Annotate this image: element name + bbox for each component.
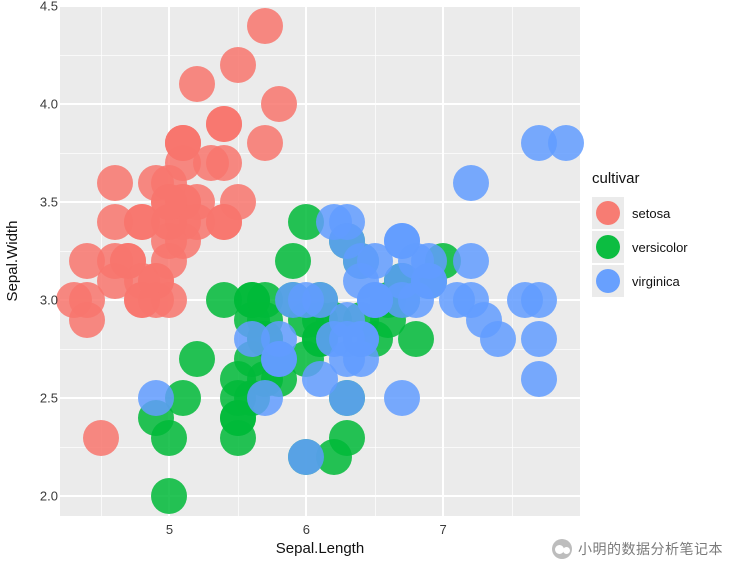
data-point-setosa bbox=[151, 184, 187, 220]
legend: cultivar setosa versicolor virginica bbox=[592, 170, 722, 299]
data-point-versicolor bbox=[151, 420, 187, 456]
plot-panel bbox=[60, 6, 580, 516]
legend-item-versicolor: versicolor bbox=[592, 231, 722, 263]
data-point-virginica bbox=[480, 321, 516, 357]
ggplot-figure: Sepal.Width Sepal.Length cultivar setosa… bbox=[0, 0, 733, 565]
x-tick-label: 5 bbox=[166, 522, 173, 537]
data-point-setosa bbox=[179, 66, 215, 102]
y-axis-label: Sepal.Width bbox=[4, 6, 24, 516]
data-point-setosa bbox=[206, 106, 242, 142]
data-point-setosa bbox=[220, 184, 256, 220]
data-point-versicolor bbox=[275, 243, 311, 279]
data-point-setosa bbox=[220, 47, 256, 83]
data-point-virginica bbox=[521, 321, 557, 357]
data-point-virginica bbox=[521, 282, 557, 318]
data-point-setosa bbox=[247, 8, 283, 44]
watermark-text: 小明的数据分析笔记本 bbox=[578, 539, 723, 559]
data-point-setosa bbox=[247, 125, 283, 161]
legend-label: virginica bbox=[632, 274, 680, 289]
wechat-icon bbox=[552, 539, 572, 559]
x-axis-label: Sepal.Length bbox=[60, 540, 580, 557]
legend-item-virginica: virginica bbox=[592, 265, 722, 297]
legend-dot-icon bbox=[596, 201, 620, 225]
data-point-virginica bbox=[453, 165, 489, 201]
legend-dot-icon bbox=[596, 269, 620, 293]
data-point-virginica bbox=[548, 125, 584, 161]
data-point-setosa bbox=[97, 165, 133, 201]
data-point-setosa bbox=[124, 282, 160, 318]
legend-dot-icon bbox=[596, 235, 620, 259]
legend-key bbox=[592, 265, 624, 297]
x-tick-label: 6 bbox=[303, 522, 310, 537]
data-point-setosa bbox=[193, 145, 229, 181]
legend-item-setosa: setosa bbox=[592, 197, 722, 229]
data-point-setosa bbox=[261, 86, 297, 122]
data-point-virginica bbox=[384, 223, 420, 259]
y-tick-label: 3.5 bbox=[30, 195, 58, 210]
legend-key bbox=[592, 231, 624, 263]
data-point-setosa bbox=[97, 243, 133, 279]
data-point-virginica bbox=[329, 321, 365, 357]
data-point-virginica bbox=[261, 341, 297, 377]
y-tick-label: 2.5 bbox=[30, 391, 58, 406]
data-point-setosa bbox=[83, 420, 119, 456]
legend-key bbox=[592, 197, 624, 229]
x-tick-label: 7 bbox=[440, 522, 447, 537]
data-point-versicolor bbox=[329, 420, 365, 456]
data-point-virginica bbox=[138, 380, 174, 416]
data-point-versicolor bbox=[151, 478, 187, 514]
data-point-virginica bbox=[329, 380, 365, 416]
data-point-virginica bbox=[316, 204, 352, 240]
watermark: 小明的数据分析笔记本 bbox=[552, 539, 723, 559]
legend-label: versicolor bbox=[632, 240, 688, 255]
y-tick-label: 4.5 bbox=[30, 0, 58, 14]
data-point-virginica bbox=[453, 282, 489, 318]
data-point-virginica bbox=[384, 380, 420, 416]
y-tick-label: 2.0 bbox=[30, 489, 58, 504]
data-point-versicolor bbox=[179, 341, 215, 377]
data-point-virginica bbox=[275, 282, 311, 318]
y-tick-label: 3.0 bbox=[30, 293, 58, 308]
data-point-setosa bbox=[151, 223, 187, 259]
data-point-virginica bbox=[453, 243, 489, 279]
data-point-virginica bbox=[247, 380, 283, 416]
data-point-versicolor bbox=[398, 321, 434, 357]
data-point-virginica bbox=[357, 282, 393, 318]
data-point-virginica bbox=[521, 361, 557, 397]
legend-title: cultivar bbox=[592, 170, 722, 187]
y-tick-label: 4.0 bbox=[30, 97, 58, 112]
data-point-setosa bbox=[69, 282, 105, 318]
data-point-virginica bbox=[288, 439, 324, 475]
legend-label: setosa bbox=[632, 206, 670, 221]
